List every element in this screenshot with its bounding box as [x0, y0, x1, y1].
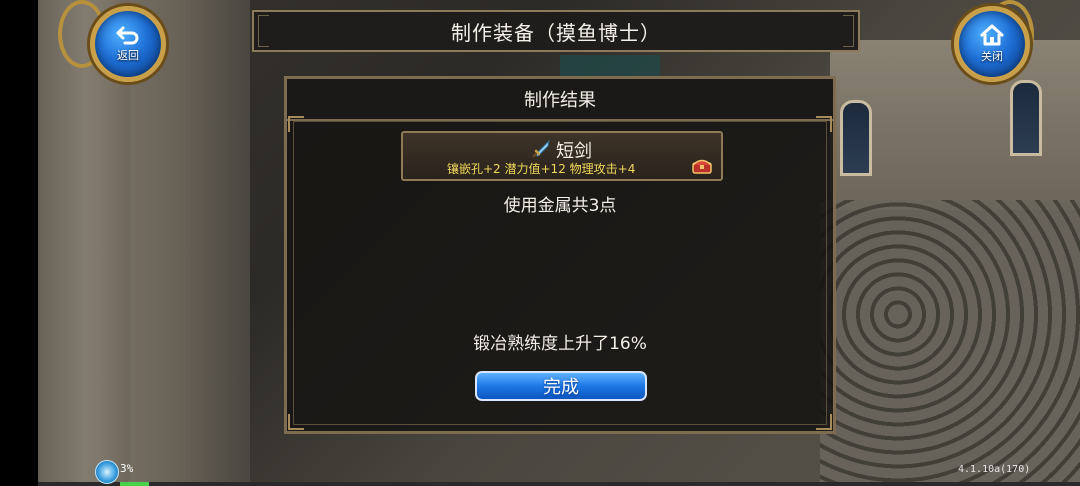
- building-window: [840, 100, 872, 176]
- crafted-item-card[interactable]: 短剑 镶嵌孔+2 潜力值+12 物理攻击+4: [401, 131, 723, 181]
- back-button-label: 返回: [117, 49, 139, 62]
- bottom-progress-fill: [120, 482, 149, 486]
- treasure-chest-icon: [691, 157, 713, 179]
- background-building: [830, 40, 1080, 210]
- corner-ornament: [288, 414, 304, 430]
- building-window: [1010, 80, 1042, 156]
- return-arrow-icon: [115, 25, 141, 45]
- corner-ornament: [816, 414, 832, 430]
- dialog-header: 制作结果: [287, 79, 833, 121]
- back-button[interactable]: 返回: [90, 6, 166, 82]
- close-button[interactable]: 关闭: [954, 6, 1030, 82]
- window-title: 制作装备（摸鱼博士）: [451, 20, 661, 45]
- metal-used-text: 使用金属共3点: [503, 196, 617, 216]
- skill-gain-text: 锻冶熟练度上升了16%: [473, 334, 647, 354]
- status-orb-icon[interactable]: [95, 460, 119, 484]
- result-dialog: 制作结果 短剑 镶嵌孔+2 潜力值+12 物理攻击+4 使用金属共3点 锻冶熟练…: [284, 76, 836, 434]
- done-button-label: 完成: [543, 377, 579, 398]
- done-button[interactable]: 完成: [475, 371, 647, 401]
- corner-ornament: [816, 116, 832, 132]
- dialog-title: 制作结果: [524, 90, 596, 111]
- left-black-bar: [0, 0, 38, 486]
- home-icon: [979, 24, 1005, 46]
- sword-icon: [532, 138, 552, 162]
- item-stats: 镶嵌孔+2 潜力值+12 物理攻击+4: [447, 162, 636, 176]
- version-label: 4.1.10a(170): [958, 464, 1031, 475]
- status-percent: 3%: [120, 462, 134, 475]
- background-cobblestone-floor: [820, 200, 1080, 486]
- close-button-label: 关闭: [981, 50, 1003, 63]
- corner-ornament: [288, 116, 304, 132]
- bottom-progress-track: [38, 482, 1080, 486]
- window-title-bar: 制作装备（摸鱼博士）: [252, 10, 860, 52]
